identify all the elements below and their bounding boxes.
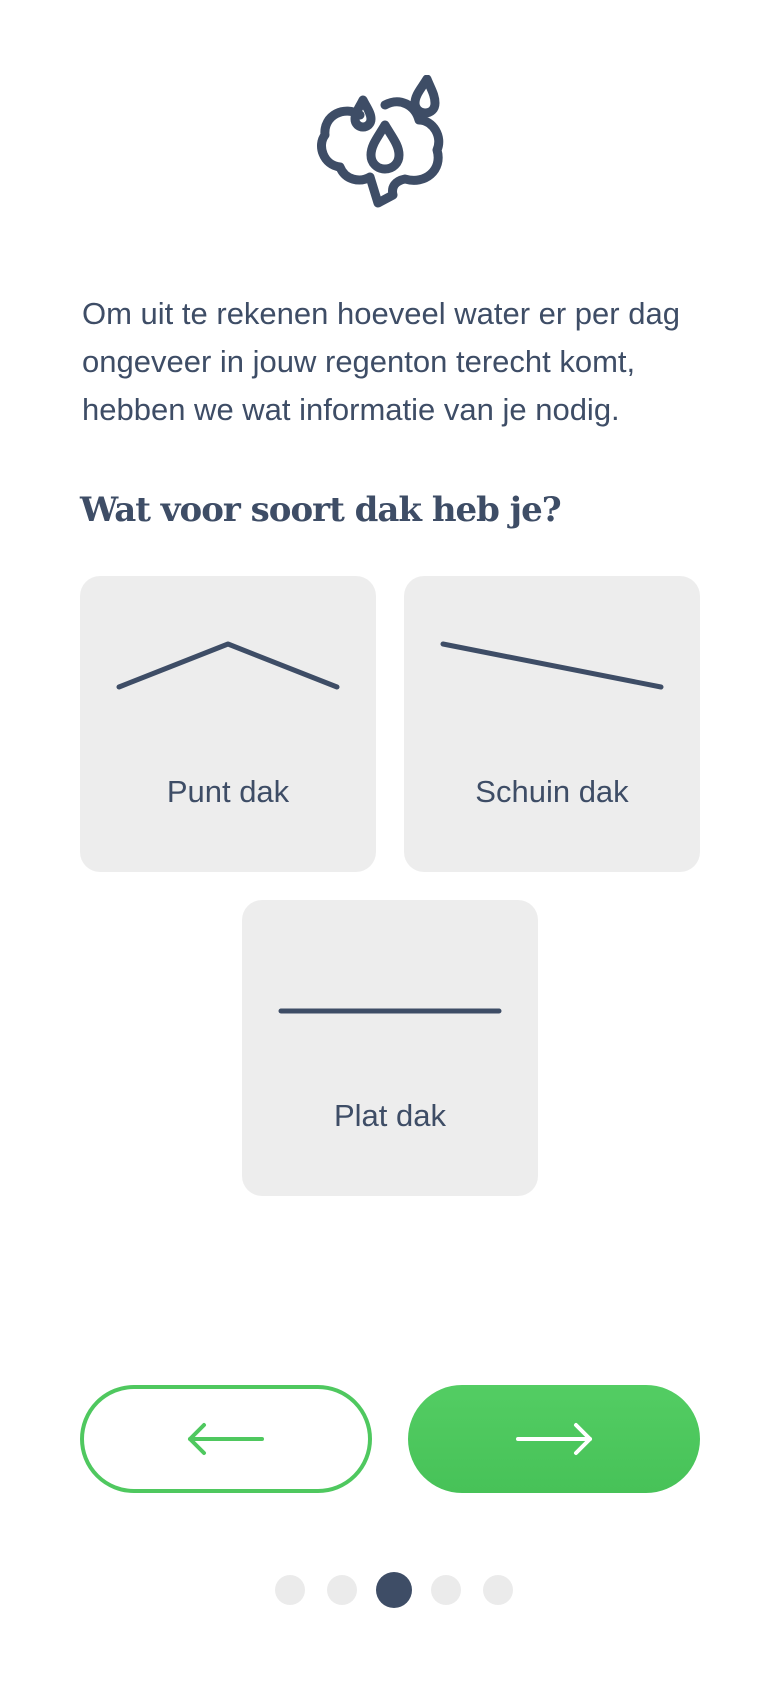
- flat-roof-icon: [278, 1008, 502, 1014]
- next-button[interactable]: [408, 1385, 700, 1493]
- roof-option-label: Punt dak: [166, 774, 290, 809]
- roof-option-punt-dak[interactable]: Punt dak: [80, 576, 376, 872]
- brain-water-drops-icon: [317, 75, 444, 208]
- arrow-left-icon: [188, 1423, 264, 1455]
- intro-text: Om uit te rekenen hoeveel water er per d…: [82, 296, 680, 427]
- roof-option-label: Plat dak: [333, 1098, 446, 1133]
- roof-option-schuin-dak[interactable]: Schuin dak: [404, 576, 700, 872]
- roof-question-heading: Wat voor soort dak heb je?: [80, 490, 562, 530]
- pagination-dots: [0, 1572, 780, 1608]
- pagination-dot[interactable]: [431, 1575, 461, 1605]
- roof-option-plat-dak[interactable]: Plat dak: [242, 900, 538, 1196]
- pagination-dot-active[interactable]: [376, 1572, 412, 1608]
- pagination-dot[interactable]: [275, 1575, 305, 1605]
- roof-option-label: Schuin dak: [475, 774, 629, 809]
- pagination-dot[interactable]: [327, 1575, 357, 1605]
- pagination-dot[interactable]: [483, 1575, 513, 1605]
- slanted-roof-icon: [440, 641, 664, 690]
- pitched-roof-icon: [116, 641, 340, 690]
- arrow-right-icon: [516, 1423, 592, 1455]
- back-button[interactable]: [80, 1385, 372, 1493]
